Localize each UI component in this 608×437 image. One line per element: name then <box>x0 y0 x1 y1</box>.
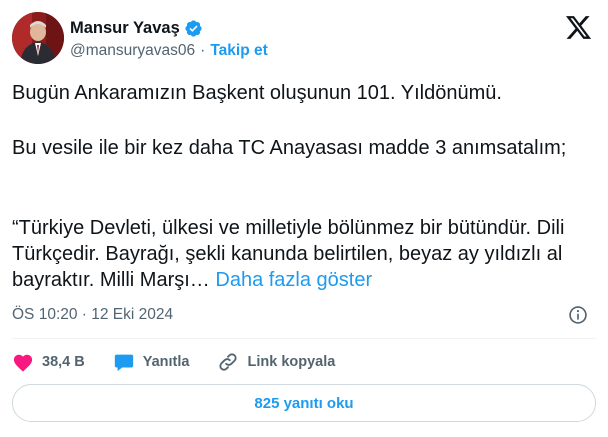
avatar[interactable] <box>12 12 64 64</box>
heart-icon <box>12 352 34 372</box>
speech-bubble-icon <box>113 351 135 373</box>
handle-row: @mansuryavas06 · Takip et <box>70 42 268 60</box>
author-name[interactable]: Mansur Yavaş <box>70 19 180 38</box>
like-button[interactable]: 38,4 B <box>12 352 85 372</box>
embedded-post-card: Mansur Yavaş @mansuryavas06 · Takip et B… <box>0 0 608 437</box>
post-timestamp[interactable]: ÖS 10:20 · 12 Eki 2024 <box>12 306 173 324</box>
info-icon[interactable] <box>568 305 588 325</box>
like-count: 38,4 B <box>42 354 85 370</box>
copy-link-button[interactable]: Link kopyala <box>217 351 335 373</box>
show-more-link[interactable]: Daha fazla göster <box>215 269 372 291</box>
post-paragraph-3: “Türkiye Devleti, ülkesi ve milletiyle b… <box>12 215 596 293</box>
divider <box>12 338 596 339</box>
reply-label: Yanıtla <box>142 354 190 370</box>
read-replies-button[interactable]: 825 yanıtı oku <box>12 384 596 422</box>
post-paragraph-1: Bugün Ankaramızın Başkent oluşunun 101. … <box>12 82 502 104</box>
link-icon <box>217 351 239 373</box>
post-header: Mansur Yavaş @mansuryavas06 · Takip et <box>12 12 596 64</box>
name-row: Mansur Yavaş <box>70 19 203 38</box>
x-logo-icon[interactable] <box>566 16 592 40</box>
author-handle[interactable]: @mansuryavas06 <box>70 42 195 60</box>
separator-dot: · <box>200 42 206 59</box>
copy-link-label: Link kopyala <box>247 354 336 370</box>
follow-button[interactable]: Takip et <box>210 42 267 60</box>
reply-button[interactable]: Yanıtla <box>113 351 190 373</box>
verified-badge-icon <box>184 19 203 38</box>
action-bar: 38,4 B Yanıtla Link kopyala <box>12 348 363 376</box>
post-paragraph-2: Bu vesile ile bir kez daha TC Anayasası … <box>12 137 567 159</box>
